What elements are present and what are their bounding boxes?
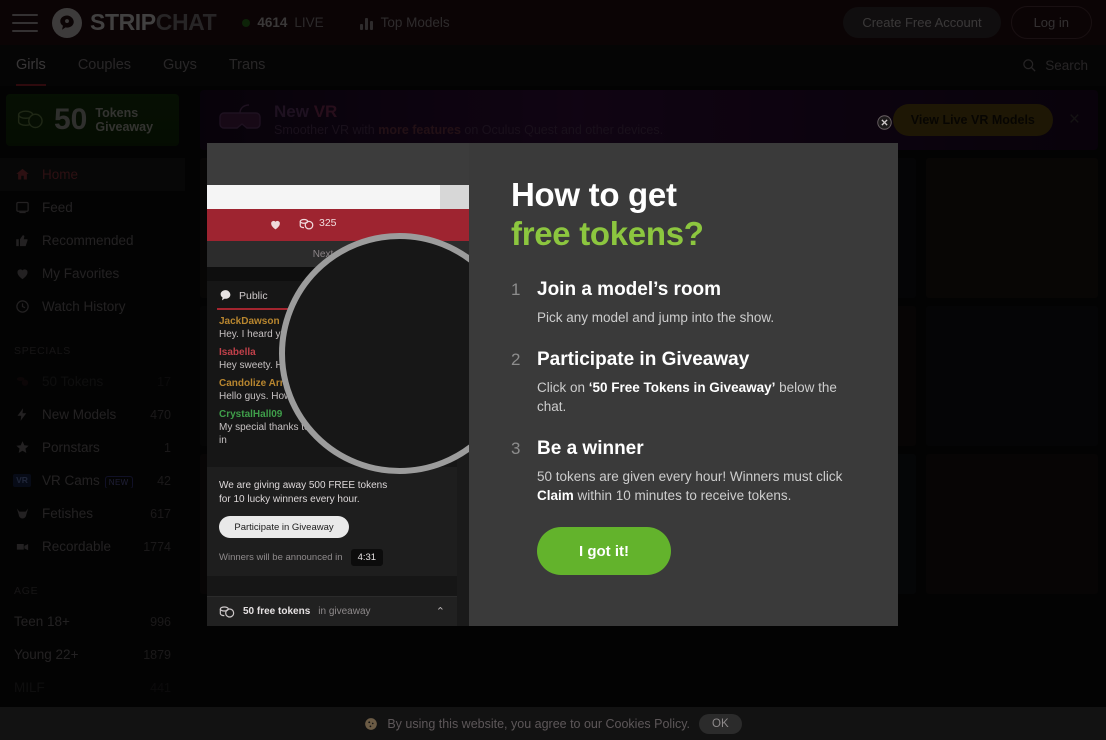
- steps-list: 1 Join a model’s room Pick any model and…: [511, 279, 868, 505]
- step-3-heading: Be a winner: [537, 438, 644, 459]
- modal-title: How to get free tokens?: [511, 175, 868, 253]
- step-1-heading: Join a model’s room: [537, 279, 722, 300]
- illustration-stream-side: [440, 185, 469, 209]
- illustration-topbar: [207, 143, 469, 185]
- chat-bubble-icon: [220, 290, 231, 301]
- step-3: 3 Be a winner 50 tokens are given every …: [511, 438, 868, 505]
- cookie-text: By using this website, you agree to our …: [387, 716, 691, 731]
- winners-announce-label: Winners will be announced in: [219, 552, 343, 563]
- step-1-body: Pick any model and jump into the show.: [537, 310, 775, 325]
- promo-text-2: for 10 lucky winners every hour.: [219, 494, 360, 505]
- step-2-body-b: ‘50 Free Tokens in Giveaway’: [588, 380, 776, 395]
- step-2: 2 Participate in Giveaway Click on ‘50 F…: [511, 349, 868, 416]
- step-2-body: Click on ‘50 Free Tokens in Giveaway’ be…: [537, 378, 868, 416]
- app-root: STRIPCHAT 4614 LIVE Top Models Create Fr…: [0, 0, 1106, 740]
- close-icon[interactable]: [877, 115, 892, 130]
- modal-title-line2: free tokens?: [511, 215, 704, 252]
- giveaway-promo-box: We are giving away 500 FREE tokens for 1…: [207, 467, 457, 576]
- coins-icon: [219, 605, 235, 618]
- cookie-consent-bar: By using this website, you agree to our …: [0, 707, 1106, 740]
- free-tokens-label: 50 free tokens: [243, 606, 311, 617]
- promo-text-1: We are giving away 500 FREE tokens: [219, 480, 388, 491]
- step-1-content: Join a model’s room Pick any model and j…: [537, 279, 774, 327]
- chevron-up-icon[interactable]: ⌃: [436, 605, 445, 618]
- chat-tab-label: Public: [239, 289, 268, 302]
- illustration-stream-area: [207, 185, 440, 209]
- modal-illustration: 325 Next model Public JackDawson Hey. I …: [207, 143, 469, 626]
- step-3-body-c: within 10 minutes to receive tokens.: [573, 488, 792, 503]
- how-to-get-free-tokens-modal: 325 Next model Public JackDawson Hey. I …: [207, 143, 898, 626]
- cookie-icon: [364, 717, 378, 731]
- countdown-timer: 4:31: [350, 549, 384, 566]
- step-3-number: 3: [511, 439, 521, 458]
- winners-announce-row: Winners will be announced in 4:31: [219, 549, 445, 566]
- promo-line-1: We are giving away 500 FREE tokens for 1…: [219, 479, 445, 507]
- cookie-ok-button[interactable]: OK: [699, 713, 742, 734]
- step-1: 1 Join a model’s room Pick any model and…: [511, 279, 868, 327]
- step-3-body-a: 50 tokens are given every hour! Winners …: [537, 469, 843, 484]
- step-3-body-b: Claim: [537, 488, 574, 503]
- heart-icon: [269, 218, 282, 230]
- step-2-body-a: Click on: [537, 380, 589, 395]
- participate-in-giveaway-button[interactable]: Participate in Giveaway: [219, 516, 349, 538]
- token-count: 325: [319, 217, 337, 229]
- in-giveaway-label: in giveaway: [318, 606, 371, 617]
- step-2-heading: Participate in Giveaway: [537, 349, 750, 370]
- step-3-content: Be a winner 50 tokens are given every ho…: [537, 438, 868, 505]
- i-got-it-button[interactable]: I got it!: [537, 527, 671, 575]
- step-1-number: 1: [511, 280, 521, 299]
- step-2-content: Participate in Giveaway Click on ‘50 Fre…: [537, 349, 868, 416]
- step-3-body: 50 tokens are given every hour! Winners …: [537, 467, 868, 505]
- free-tokens-bar[interactable]: 50 free tokens in giveaway ⌃: [207, 596, 457, 626]
- modal-title-line1: How to get: [511, 176, 677, 213]
- modal-instructions: How to get free tokens? 1 Join a model’s…: [469, 143, 898, 626]
- coins-icon: [299, 217, 314, 230]
- step-2-number: 2: [511, 350, 521, 369]
